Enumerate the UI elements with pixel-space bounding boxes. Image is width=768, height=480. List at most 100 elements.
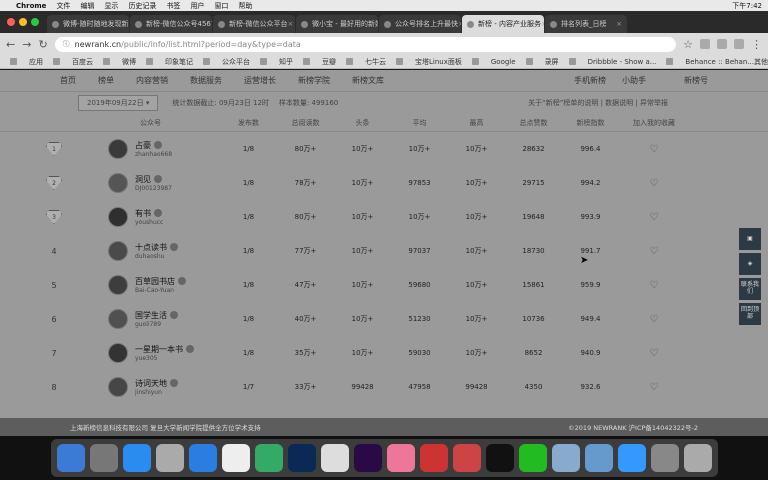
- browser-tab[interactable]: 新榜-微信公众号4567×: [130, 15, 212, 33]
- account-name[interactable]: 诗词天地: [135, 379, 167, 388]
- extension-icon[interactable]: [700, 39, 710, 49]
- dock-qq-icon[interactable]: [485, 444, 514, 472]
- avatar[interactable]: [108, 139, 128, 159]
- avatar[interactable]: [108, 275, 128, 295]
- nav-account[interactable]: 新榜号: [684, 75, 708, 86]
- bookmark-item[interactable]: 公众平台: [203, 57, 250, 67]
- avatar[interactable]: [108, 343, 128, 363]
- dock-calendar-icon[interactable]: [221, 444, 250, 472]
- bookmark-item[interactable]: 豆瓣: [303, 57, 336, 67]
- menu-history[interactable]: 历史记录: [128, 1, 156, 11]
- account-cell[interactable]: 十点读书 duhaoshu: [108, 241, 220, 261]
- header-index[interactable]: 新榜指数: [562, 118, 619, 128]
- dock-wps-icon[interactable]: [452, 444, 481, 472]
- menu-help[interactable]: 帮助: [238, 1, 252, 11]
- bookmark-item[interactable]: 宝塔Linux面板: [396, 57, 462, 67]
- browser-tab[interactable]: 微小宝 - 最好用的新媒×: [296, 15, 378, 33]
- heart-outline-icon[interactable]: ♡: [619, 246, 689, 257]
- dock-chrome-icon[interactable]: [320, 444, 349, 472]
- nav-assistant[interactable]: 小助手: [622, 75, 646, 86]
- table-row[interactable]: 5 百草园书店 Bai-Cao-Yuan 1/8 47万+ 10万+ 59680…: [0, 268, 768, 302]
- bookmark-star-icon[interactable]: ☆: [683, 38, 693, 51]
- bookmark-item[interactable]: 百度云: [53, 57, 93, 67]
- reload-icon[interactable]: ↻: [38, 38, 47, 51]
- heart-outline-icon[interactable]: ♡: [619, 314, 689, 325]
- menu-window[interactable]: 窗口: [214, 1, 228, 11]
- menu-kebab-icon[interactable]: ⋮: [751, 38, 762, 51]
- header-avg-reads[interactable]: 平均: [391, 118, 448, 128]
- bookmark-item[interactable]: Google: [471, 57, 516, 66]
- extension-icon[interactable]: [717, 39, 727, 49]
- browser-tab[interactable]: 排名列表_日榜 ×: [545, 15, 627, 33]
- float-qrcode-button[interactable]: ▣: [739, 228, 761, 250]
- avatar[interactable]: [108, 173, 128, 193]
- maximize-window-icon[interactable]: [31, 18, 39, 26]
- ranking-links[interactable]: 关于“新榜”榜单的说明 | 数据说明 | 异常举报: [528, 98, 668, 108]
- dock-folder-icon[interactable]: [584, 444, 613, 472]
- header-likes[interactable]: 总点赞数: [505, 118, 562, 128]
- table-row[interactable]: 8 诗词天地 jinshiyun 1/7 33万+ 99428 47958 99…: [0, 370, 768, 404]
- menu-app-name[interactable]: Chrome: [16, 2, 46, 10]
- account-name[interactable]: 有书: [135, 209, 151, 218]
- menu-people[interactable]: 用户: [190, 1, 204, 11]
- nav-content-marketing[interactable]: 内容营销: [136, 75, 168, 86]
- dock-proxyman-icon[interactable]: [419, 444, 448, 472]
- minimize-window-icon[interactable]: [19, 18, 27, 26]
- nav-growth[interactable]: 运营增长: [244, 75, 276, 86]
- nav-home[interactable]: 首页: [60, 75, 76, 86]
- dock-safari-icon[interactable]: [188, 444, 217, 472]
- heart-outline-icon[interactable]: ♡: [619, 178, 689, 189]
- dock-launchpad-icon[interactable]: [89, 444, 118, 472]
- account-cell[interactable]: 洞见 DJ00123987: [108, 173, 220, 193]
- nav-academy[interactable]: 新榜学院: [298, 75, 330, 86]
- tab-close-icon[interactable]: ×: [288, 20, 294, 28]
- table-row[interactable]: 3 有书 youshucc 1/8 80万+ 10万+ 10万+ 10万+ 19…: [0, 200, 768, 234]
- dock-photos-icon[interactable]: [155, 444, 184, 472]
- bookmark-item[interactable]: 知乎: [260, 57, 293, 67]
- table-row[interactable]: 2 洞见 DJ00123987 1/8 78万+ 10万+ 97853 10万+…: [0, 166, 768, 200]
- browser-tab[interactable]: 公众号排名上升最快 ×: [379, 15, 461, 33]
- back-arrow-icon[interactable]: ←: [6, 38, 15, 51]
- heart-outline-icon[interactable]: ♡: [619, 348, 689, 359]
- dock-preview-icon[interactable]: [551, 444, 580, 472]
- bookmark-item[interactable]: Behance :: Behan...: [666, 57, 754, 66]
- browser-tab[interactable]: 微博-随时随地发现新×: [47, 15, 129, 33]
- account-name[interactable]: 百草园书店: [135, 277, 175, 286]
- bookmark-item[interactable]: 微博: [103, 57, 136, 67]
- nav-data-service[interactable]: 数据服务: [190, 75, 222, 86]
- menu-file[interactable]: 文件: [56, 1, 70, 11]
- dock-baidu-netdisk-icon[interactable]: [617, 444, 646, 472]
- avatar[interactable]: [108, 241, 128, 261]
- close-window-icon[interactable]: [7, 18, 15, 26]
- header-max-reads[interactable]: 最高: [448, 118, 505, 128]
- account-cell[interactable]: 国学生活 guoli789: [108, 309, 220, 329]
- float-top-button[interactable]: 回到顶部: [739, 303, 761, 325]
- dock-premiere-icon[interactable]: [353, 444, 382, 472]
- bookmark-item[interactable]: 应用: [10, 57, 43, 67]
- heart-outline-icon[interactable]: ♡: [619, 280, 689, 291]
- browser-tab-active[interactable]: 新榜 - 内容产业服务 ×: [462, 15, 544, 33]
- account-name[interactable]: 一星期一本书: [135, 345, 183, 354]
- dock-keynote-icon[interactable]: [386, 444, 415, 472]
- header-head-reads[interactable]: 头条: [334, 118, 391, 128]
- float-app-button[interactable]: ◈: [739, 253, 761, 275]
- extension-icon[interactable]: [734, 39, 744, 49]
- nav-mobile[interactable]: 手机新榜: [574, 75, 606, 86]
- heart-outline-icon[interactable]: ♡: [619, 212, 689, 223]
- account-name[interactable]: 国学生活: [135, 311, 167, 320]
- bookmark-item[interactable]: 印象笔记: [146, 57, 193, 67]
- dock-screenshot-icon[interactable]: [650, 444, 679, 472]
- browser-tab[interactable]: 新榜-微信公众平台 ×: [213, 15, 295, 33]
- bookmark-item[interactable]: 七牛云: [346, 57, 386, 67]
- dock-finder-icon[interactable]: [56, 444, 85, 472]
- info-icon[interactable]: ⓘ: [63, 39, 70, 49]
- table-row[interactable]: 6 国学生活 guoli789 1/8 40万+ 10万+ 51230 10万+…: [0, 302, 768, 336]
- account-name[interactable]: 十点读书: [135, 243, 167, 252]
- nav-library[interactable]: 新榜文库: [352, 75, 384, 86]
- date-picker[interactable]: 2019年09月22日 ▾: [78, 95, 159, 111]
- tab-close-icon[interactable]: ×: [616, 20, 622, 28]
- account-cell[interactable]: 诗词天地 jinshiyun: [108, 377, 220, 397]
- tab-close-icon[interactable]: ×: [541, 20, 544, 28]
- avatar[interactable]: [108, 309, 128, 329]
- heart-outline-icon[interactable]: ♡: [619, 144, 689, 155]
